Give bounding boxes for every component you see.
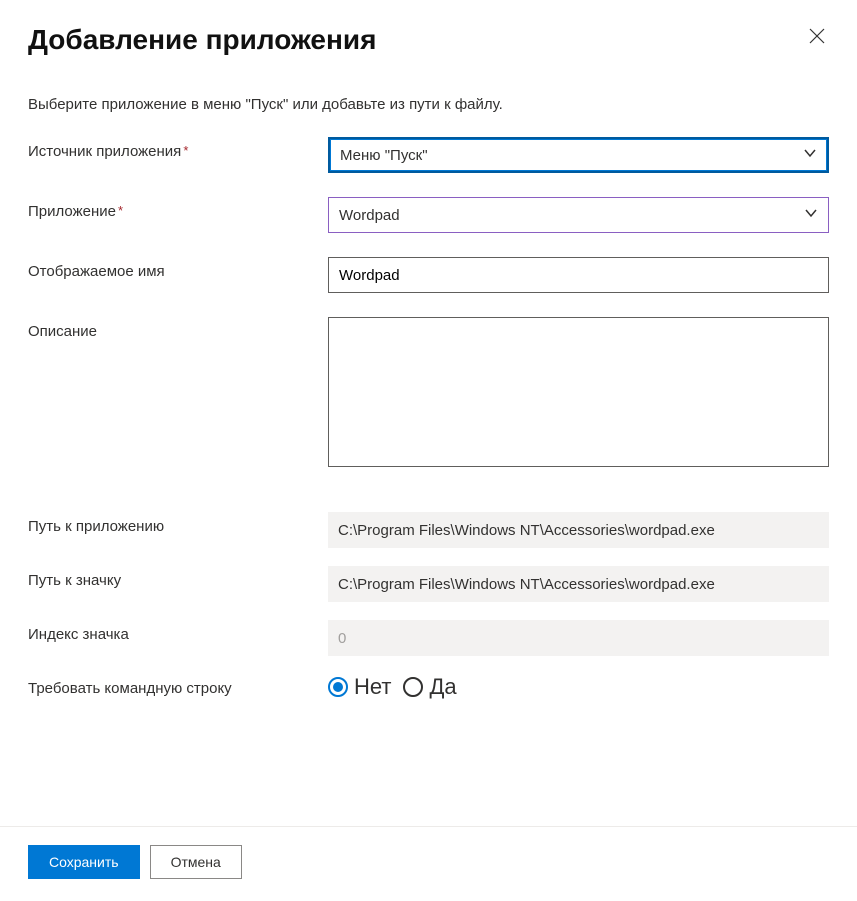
chevron-down-icon [803,146,817,164]
cancel-button[interactable]: Отмена [150,845,242,879]
app-source-select[interactable]: Меню "Пуск" [328,137,829,173]
icon-index-value: 0 [328,620,829,656]
dialog-title: Добавление приложения [28,24,376,56]
icon-path-value: C:\Program Files\Windows NT\Accessories\… [328,566,829,602]
radio-no-label: Нет [354,674,391,700]
save-button[interactable]: Сохранить [28,845,140,879]
radio-icon [403,677,423,697]
app-source-value: Меню "Пуск" [340,147,428,164]
require-cmdline-group: Нет Да [328,674,829,700]
app-source-label: Источник приложения [28,137,328,160]
application-label: Приложение [28,197,328,220]
radio-no[interactable]: Нет [328,674,391,700]
description-label: Описание [28,317,328,340]
app-path-label: Путь к приложению [28,512,328,535]
radio-icon [328,677,348,697]
application-select[interactable]: Wordpad [328,197,829,233]
chevron-down-icon [804,206,818,224]
close-button[interactable] [805,24,829,53]
description-input[interactable] [328,317,829,467]
dialog-subtitle: Выберите приложение в меню "Пуск" или до… [0,56,857,137]
close-icon [809,31,825,48]
app-path-value: C:\Program Files\Windows NT\Accessories\… [328,512,829,548]
require-cmdline-label: Требовать командную строку [28,674,328,697]
display-name-label: Отображаемое имя [28,257,328,280]
icon-path-label: Путь к значку [28,566,328,589]
application-value: Wordpad [339,207,400,224]
radio-yes-label: Да [429,674,456,700]
radio-yes[interactable]: Да [403,674,456,700]
display-name-input[interactable] [328,257,829,293]
icon-index-label: Индекс значка [28,620,328,643]
